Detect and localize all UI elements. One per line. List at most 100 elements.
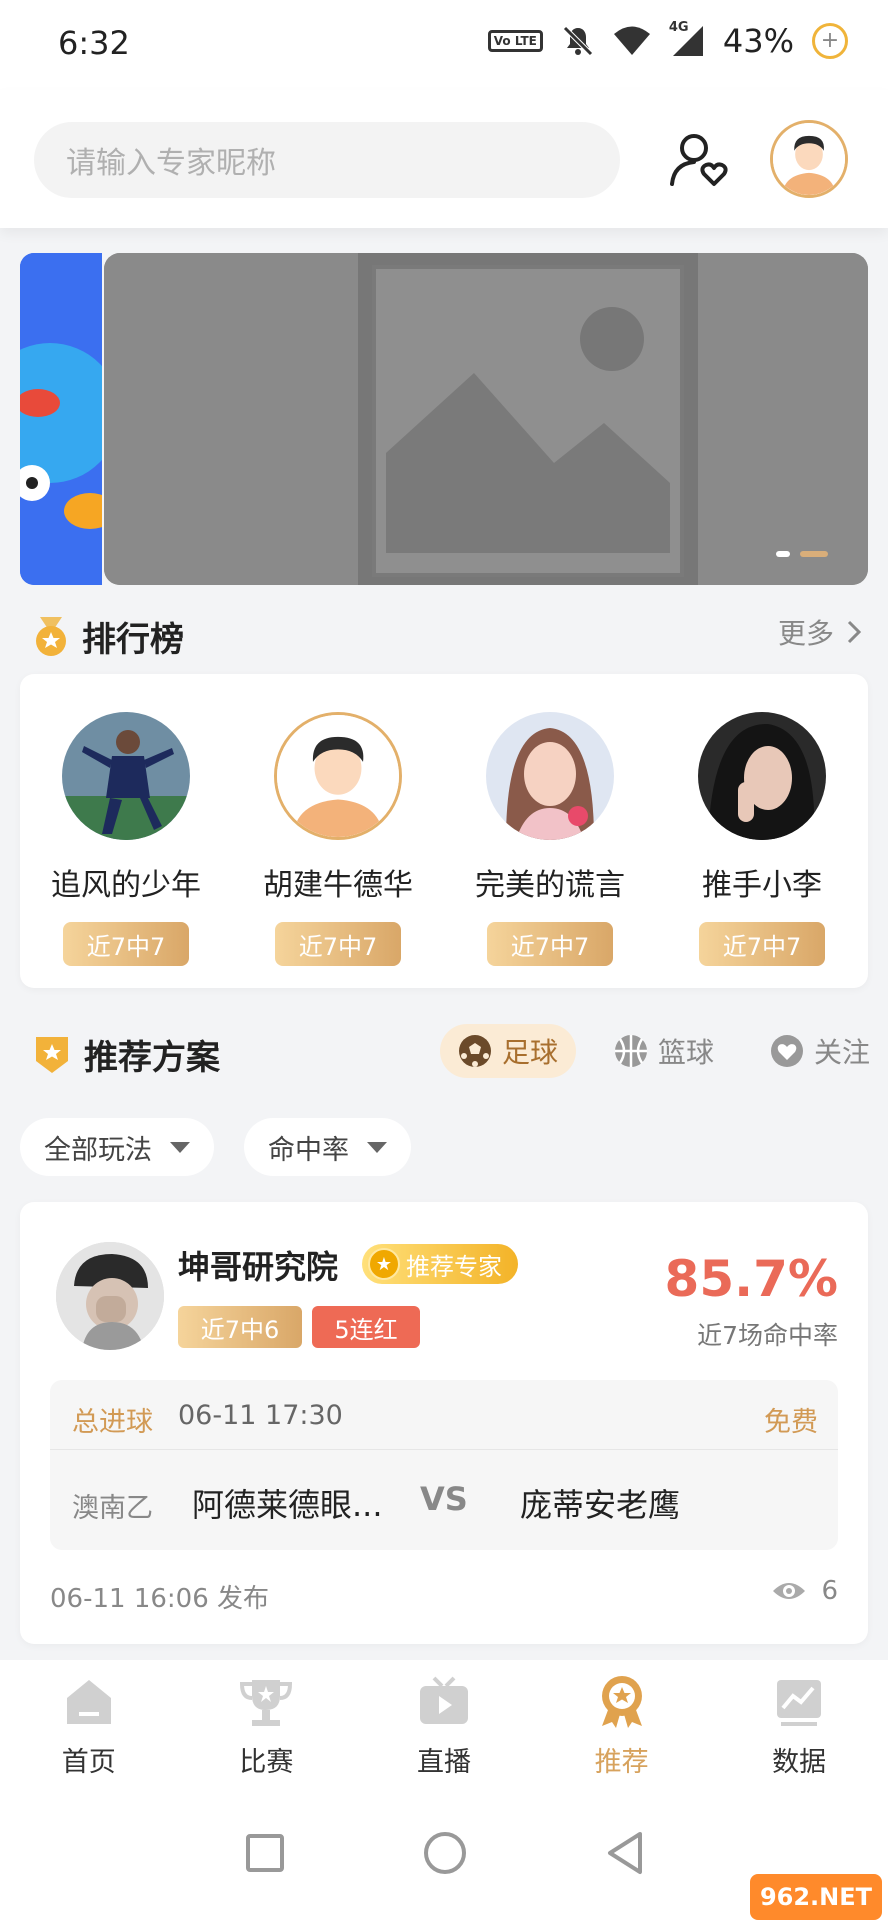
expert-avatar (698, 712, 826, 840)
hit-rate-value: 85.7% (664, 1250, 838, 1308)
carousel-indicator (776, 551, 828, 557)
expert-name: 追风的少年 (51, 868, 201, 903)
battery-percent: 43% (722, 22, 794, 60)
away-team: 庞蒂安老鹰 (520, 1486, 681, 1524)
home-button[interactable] (424, 1832, 466, 1874)
trophy-icon (240, 1680, 293, 1726)
banner-carousel[interactable] (20, 253, 868, 585)
expert-record-badge: 近7中7 (63, 922, 189, 966)
user-avatar[interactable] (770, 120, 848, 198)
expert-avatar[interactable] (56, 1242, 164, 1350)
recommend-header: 推荐方案 (34, 1030, 220, 1079)
system-nav-bar: 962.NET (0, 1790, 888, 1924)
recommended-expert-badge: ★ 推荐专家 (362, 1244, 518, 1284)
tab-label: 篮球 (658, 1036, 715, 1069)
signal-icon: 4G (669, 20, 705, 58)
award-icon (601, 1676, 642, 1728)
nav-label: 直播 (416, 1747, 471, 1778)
home-icon (66, 1680, 111, 1724)
banner-prev-slide[interactable] (20, 253, 102, 585)
filter-row: 全部玩法 命中率 (20, 1118, 411, 1176)
eye-icon (773, 1583, 806, 1599)
tab-football[interactable]: 足球 (440, 1024, 576, 1078)
carousel-dot (776, 551, 790, 557)
expert-record-badge: 近7中7 (275, 922, 401, 966)
home-team: 阿德莱德眼... (192, 1486, 383, 1524)
bottom-nav: 首页 比赛 直播 推荐 数据 (0, 1660, 888, 1790)
expert-name: 胡建牛德华 (263, 868, 413, 903)
tab-following[interactable]: 关注 (752, 1024, 888, 1078)
filter-label: 全部玩法 (44, 1134, 152, 1166)
nav-label: 推荐 (594, 1747, 649, 1778)
nav-home[interactable]: 首页 (0, 1660, 178, 1790)
nav-recommend[interactable]: 推荐 (533, 1660, 711, 1790)
caret-down-icon (367, 1141, 387, 1153)
wifi-icon (613, 26, 650, 55)
recommend-title: 推荐方案 (84, 1038, 220, 1078)
streak-badge: 5连红 (312, 1306, 420, 1348)
badge-label: 推荐专家 (406, 1252, 502, 1281)
match-header: 总进球 06-11 17:30 免费 (50, 1380, 838, 1450)
ranking-header: 排行榜 (34, 612, 184, 661)
vs-label: VS (420, 1480, 468, 1518)
status-time: 6:32 (58, 24, 130, 62)
filter-label: 命中率 (268, 1134, 349, 1166)
football-icon (459, 1035, 491, 1067)
star-icon: ★ (368, 1248, 400, 1280)
filter-play-type[interactable]: 全部玩法 (20, 1118, 214, 1176)
ranking-card: 追风的少年 近7中7 胡建牛德华 近7中7 完美的谎言 近7中7 推手小李 近7… (20, 674, 868, 988)
nav-data[interactable]: 数据 (710, 1660, 888, 1790)
sport-tabs: 足球 篮球 关注 (440, 1024, 888, 1078)
tab-label: 足球 (502, 1036, 559, 1069)
match-info[interactable]: 总进球 06-11 17:30 免费 澳南乙 阿德莱德眼... VS 庞蒂安老鹰 (50, 1380, 838, 1550)
header: 请输入专家昵称 (0, 90, 888, 228)
status-icons: Vo LTE 4G 43% + (487, 20, 848, 60)
ranking-expert[interactable]: 完美的谎言 近7中7 (444, 712, 656, 966)
ranking-more-link[interactable]: 更多 (778, 612, 862, 652)
mute-bell-icon (563, 26, 593, 56)
publish-time: 06-11 16:06 发布 (50, 1584, 270, 1614)
view-count: 6 (771, 1576, 838, 1606)
expert-record-badge: 近7中7 (487, 922, 613, 966)
nav-live[interactable]: 直播 (355, 1660, 533, 1790)
watermark-logo: 962.NET (750, 1874, 882, 1920)
nav-label: 比赛 (239, 1747, 294, 1778)
heart-icon (771, 1035, 803, 1067)
expert-name: 推手小李 (702, 868, 822, 903)
chevron-right-icon (847, 620, 862, 644)
follow-experts-icon[interactable] (668, 130, 732, 190)
expert-avatar (486, 712, 614, 840)
recent-apps-button[interactable] (246, 1834, 284, 1872)
back-button[interactable] (604, 1830, 648, 1876)
tv-icon (419, 1676, 468, 1724)
tab-basketball[interactable]: 篮球 (596, 1024, 732, 1078)
status-bar: 6:32 Vo LTE 4G 43% + (0, 0, 888, 90)
match-time: 06-11 17:30 (178, 1400, 343, 1431)
expert-record-badge: 近7中7 (699, 922, 825, 966)
banner-image-placeholder[interactable] (104, 253, 868, 585)
filter-hit-rate[interactable]: 命中率 (244, 1118, 411, 1176)
carousel-dot-active (800, 551, 828, 557)
battery-icon: + (812, 23, 848, 59)
scheme-card[interactable]: 坤哥研究院 ★ 推荐专家 近7中6 5连红 85.7% 近7场命中率 总进球 0… (20, 1202, 868, 1644)
expert-name: 完美的谎言 (475, 868, 625, 903)
ranking-title: 排行榜 (82, 620, 184, 660)
price-label: 免费 (764, 1407, 818, 1438)
expert-avatar (62, 712, 190, 840)
expert-avatar (274, 712, 402, 840)
more-label: 更多 (777, 617, 834, 650)
ranking-expert[interactable]: 胡建牛德华 近7中7 (232, 712, 444, 966)
league-name: 澳南乙 (72, 1493, 153, 1524)
nav-label: 首页 (61, 1747, 116, 1778)
search-input[interactable]: 请输入专家昵称 (34, 122, 620, 198)
record-badge: 近7中6 (178, 1306, 302, 1348)
nav-matches[interactable]: 比赛 (178, 1660, 356, 1790)
medal-icon (36, 616, 66, 656)
play-type: 总进球 (72, 1407, 153, 1438)
shield-star-icon (36, 1036, 68, 1073)
ranking-expert[interactable]: 推手小李 近7中7 (656, 712, 868, 966)
tab-label: 关注 (814, 1036, 871, 1069)
ranking-expert[interactable]: 追风的少年 近7中7 (20, 712, 232, 966)
volte-icon: Vo LTE (487, 30, 543, 52)
expert-name: 坤哥研究院 (178, 1248, 339, 1286)
